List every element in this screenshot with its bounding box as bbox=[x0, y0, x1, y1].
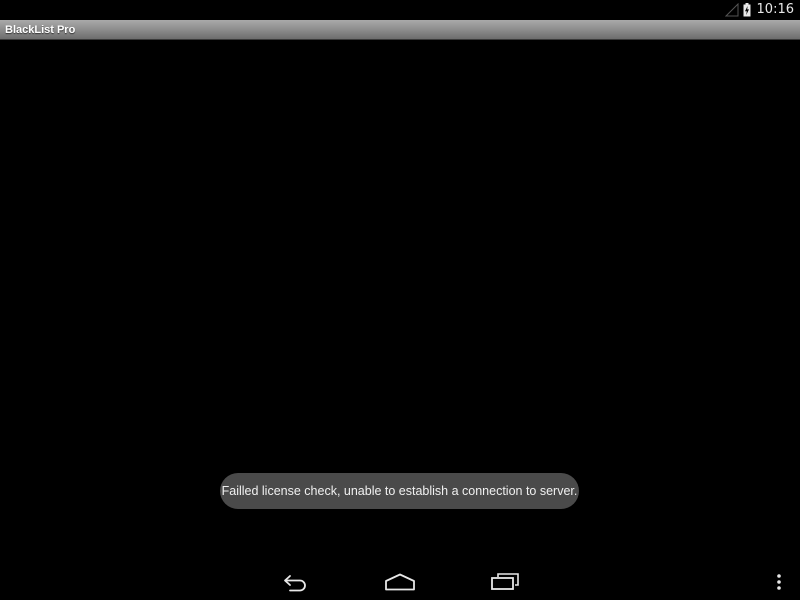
status-bar: 10:16 bbox=[0, 0, 800, 20]
signal-icon bbox=[724, 3, 739, 17]
navigation-bar bbox=[0, 560, 800, 600]
status-icons: 10:16 bbox=[724, 0, 794, 20]
home-button[interactable] bbox=[378, 568, 422, 596]
screen: 10:16 BlackList Pro Failled license chec… bbox=[0, 0, 800, 600]
overflow-menu-icon bbox=[777, 574, 781, 590]
back-icon bbox=[284, 575, 306, 592]
recents-button[interactable] bbox=[483, 568, 527, 596]
title-bar: BlackList Pro bbox=[0, 20, 800, 40]
home-icon bbox=[385, 573, 415, 591]
back-button[interactable] bbox=[274, 568, 318, 596]
toast-notification: Failled license check, unable to establi… bbox=[220, 473, 579, 509]
recents-icon bbox=[491, 573, 519, 590]
overflow-menu-button[interactable] bbox=[770, 570, 788, 594]
toast-message: Failled license check, unable to establi… bbox=[221, 484, 578, 498]
status-clock: 10:16 bbox=[756, 2, 794, 17]
battery-charging-icon bbox=[743, 3, 751, 17]
app-title: BlackList Pro bbox=[5, 24, 76, 36]
